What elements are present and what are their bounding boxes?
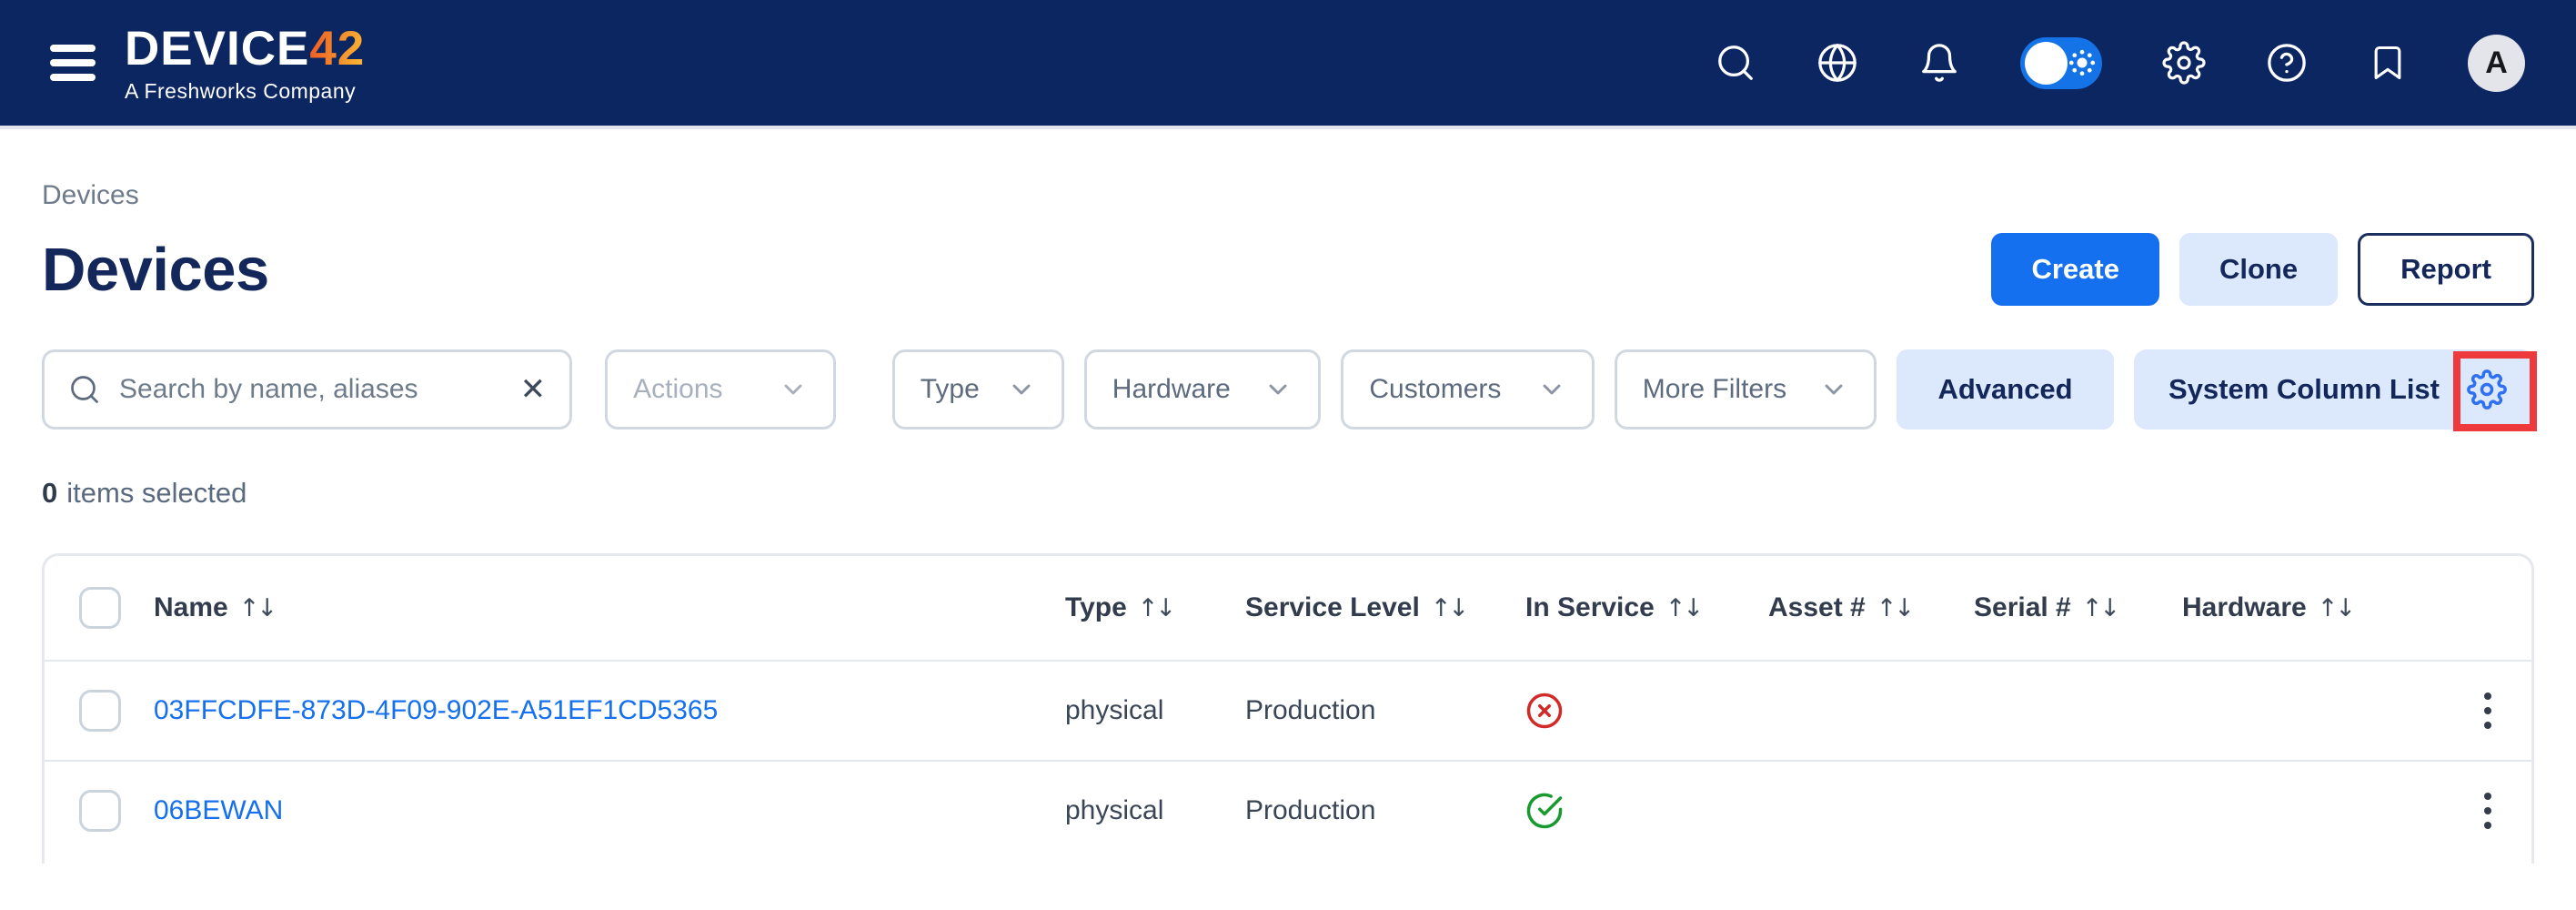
create-button[interactable]: Create	[1991, 233, 2159, 306]
device-service-level: Production	[1245, 795, 1525, 826]
type-filter-dropdown[interactable]: Type	[892, 349, 1064, 430]
column-header-serial-number[interactable]: Serial #↑↓	[1974, 592, 2182, 623]
sort-icon[interactable]: ↑↓	[1665, 594, 1701, 622]
chevron-down-icon	[1537, 375, 1566, 404]
selection-count: 0	[42, 477, 57, 509]
avatar-initial: A	[2485, 46, 2508, 81]
chevron-down-icon	[1007, 375, 1036, 404]
table-header-row: Name↑↓ Type↑↓ Service Level↑↓ In Service…	[45, 556, 2531, 660]
system-column-list-label: System Column List	[2168, 373, 2440, 406]
actions-dropdown-label: Actions	[633, 374, 722, 405]
column-header-service-level[interactable]: Service Level↑↓	[1245, 592, 1525, 623]
page-content: Devices Devices Create Clone Report ✕ Ac…	[0, 180, 2576, 864]
customers-filter-label: Customers	[1369, 374, 1501, 405]
chevron-down-icon	[779, 375, 808, 404]
sun-icon	[2068, 49, 2096, 76]
hardware-filter-dropdown[interactable]: Hardware	[1084, 349, 1322, 430]
avatar[interactable]: A	[2468, 35, 2525, 92]
sort-icon[interactable]: ↑↓	[2082, 594, 2118, 622]
device-service-level: Production	[1245, 695, 1525, 726]
menu-icon[interactable]	[50, 45, 96, 81]
device-type: physical	[1065, 795, 1245, 826]
theme-toggle[interactable]	[2020, 37, 2102, 89]
theme-toggle-knob	[2025, 42, 2068, 85]
row-checkbox[interactable]	[79, 690, 121, 732]
chevron-down-icon	[1819, 375, 1848, 404]
bookmarks-icon[interactable]	[2368, 43, 2408, 83]
hardware-filter-label: Hardware	[1112, 374, 1231, 405]
advanced-button[interactable]: Advanced	[1897, 349, 2114, 430]
in-service-icon	[1525, 792, 1564, 830]
sort-icon[interactable]: ↑↓	[1138, 594, 1173, 622]
navbar-right: A	[1715, 35, 2525, 92]
selection-status: 0 items selected	[42, 477, 2534, 510]
more-filters-label: More Filters	[1643, 374, 1786, 405]
search-input[interactable]	[119, 374, 502, 405]
devices-table: Name↑↓ Type↑↓ Service Level↑↓ In Service…	[42, 553, 2534, 864]
device-name-link[interactable]: 03FFCDFE-873D-4F09-902E-A51EF1CD5365	[154, 695, 718, 726]
title-actions: Create Clone Report	[1991, 233, 2534, 306]
table-row: 03FFCDFE-873D-4F09-902E-A51EF1CD5365 phy…	[45, 660, 2531, 760]
breadcrumb[interactable]: Devices	[42, 180, 139, 211]
report-button[interactable]: Report	[2358, 233, 2534, 306]
sort-icon[interactable]: ↑↓	[239, 594, 275, 622]
not-in-service-icon	[1525, 692, 1564, 730]
search-box: ✕	[42, 349, 572, 430]
top-navbar: DEVICE42 A Freshworks Company A	[0, 0, 2576, 129]
device42-logo[interactable]: DEVICE42 A Freshworks Company	[125, 25, 365, 102]
selection-label: items selected	[66, 477, 247, 509]
brand-main-text: DEVICE	[125, 25, 309, 73]
select-all-checkbox[interactable]	[79, 587, 121, 629]
column-header-hardware[interactable]: Hardware↑↓	[2182, 592, 2444, 623]
sort-icon[interactable]: ↑↓	[1431, 594, 1466, 622]
more-filters-dropdown[interactable]: More Filters	[1615, 349, 1877, 430]
brand-accent-text: 42	[309, 25, 365, 73]
filter-toolbar: ✕ Actions Type Hardware Customers More F…	[42, 349, 2534, 430]
type-filter-label: Type	[921, 374, 980, 405]
sort-icon[interactable]: ↑↓	[2318, 594, 2353, 622]
customers-filter-dropdown[interactable]: Customers	[1341, 349, 1594, 430]
device-name-link[interactable]: 06BEWAN	[154, 795, 283, 826]
clone-button[interactable]: Clone	[2179, 233, 2338, 306]
navbar-left: DEVICE42 A Freshworks Company	[50, 25, 365, 102]
column-header-type[interactable]: Type↑↓	[1065, 592, 1245, 623]
notifications-bell-icon[interactable]	[1918, 42, 1960, 84]
settings-gear-icon[interactable]	[2162, 41, 2206, 85]
title-row: Devices Create Clone Report	[42, 233, 2534, 306]
clear-search-icon[interactable]: ✕	[520, 374, 547, 405]
page-title: Devices	[42, 235, 269, 305]
row-checkbox[interactable]	[79, 790, 121, 832]
sort-icon[interactable]: ↑↓	[1877, 594, 1912, 622]
chevron-down-icon	[1263, 375, 1293, 404]
column-header-asset-number[interactable]: Asset #↑↓	[1768, 592, 1974, 623]
device-type: physical	[1065, 695, 1245, 726]
table-row: 06BEWAN physical Production	[45, 760, 2531, 860]
column-header-name[interactable]: Name↑↓	[154, 592, 1065, 623]
search-icon[interactable]	[1715, 42, 1756, 84]
help-icon[interactable]	[2266, 42, 2308, 84]
search-icon	[68, 373, 101, 406]
language-globe-icon[interactable]	[1816, 42, 1858, 84]
row-menu-icon[interactable]	[2479, 687, 2497, 734]
column-settings-gear-icon[interactable]	[2467, 369, 2507, 410]
brand-tagline: A Freshworks Company	[125, 81, 365, 102]
row-menu-icon[interactable]	[2479, 787, 2497, 834]
column-header-in-service[interactable]: In Service↑↓	[1525, 592, 1768, 623]
brand-wordmark: DEVICE42	[125, 25, 365, 73]
system-column-list-button[interactable]: System Column List	[2134, 349, 2534, 430]
actions-dropdown[interactable]: Actions	[605, 349, 836, 430]
